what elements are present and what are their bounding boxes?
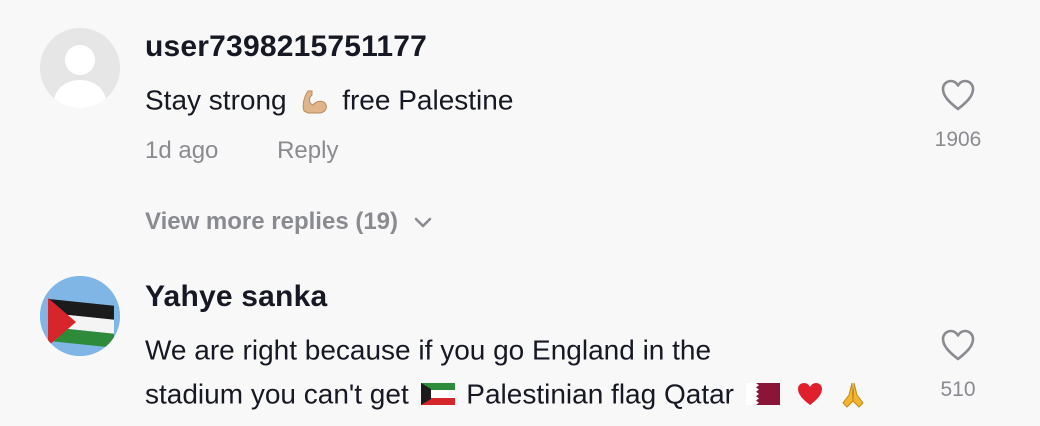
view-more-replies-label: View more replies (19)	[145, 208, 399, 235]
comment-timestamp: 1d ago	[145, 137, 219, 164]
comment-text-part: Stay strong	[145, 84, 287, 116]
like-count: 1906	[934, 128, 982, 151]
comment-text-part: free Palestine	[342, 84, 514, 116]
palestine-flag-avatar	[40, 276, 120, 356]
heart-icon[interactable]	[940, 328, 976, 362]
comment-text-part: stadium you can't get	[145, 378, 409, 410]
comment-meta: 1d ago Reply	[145, 137, 338, 165]
reply-button[interactable]: Reply	[277, 137, 338, 164]
comment-text-part: Palestinian flag Qatar	[466, 378, 734, 410]
red-heart-icon	[797, 383, 822, 406]
view-more-replies-button[interactable]: View more replies (19)	[145, 208, 433, 236]
flexed-biceps-icon	[303, 90, 328, 114]
comment-username[interactable]: user7398215751177	[145, 30, 427, 64]
like-count: 510	[940, 378, 976, 401]
default-user-icon	[40, 28, 120, 108]
comment-username[interactable]: Yahye sanka	[145, 280, 327, 314]
chevron-down-icon	[414, 217, 431, 227]
avatar[interactable]	[40, 28, 120, 108]
comment-text: Stay strong free Palestine	[145, 78, 905, 122]
kuwait-flag-icon	[420, 383, 455, 406]
qatar-flag-icon	[745, 383, 780, 406]
comment-text: We are right because if you go England i…	[145, 328, 905, 415]
comment-text-line: We are right because if you go England i…	[145, 334, 712, 366]
folded-hands-icon	[842, 383, 865, 408]
avatar[interactable]	[40, 276, 120, 356]
heart-icon[interactable]	[940, 78, 976, 112]
